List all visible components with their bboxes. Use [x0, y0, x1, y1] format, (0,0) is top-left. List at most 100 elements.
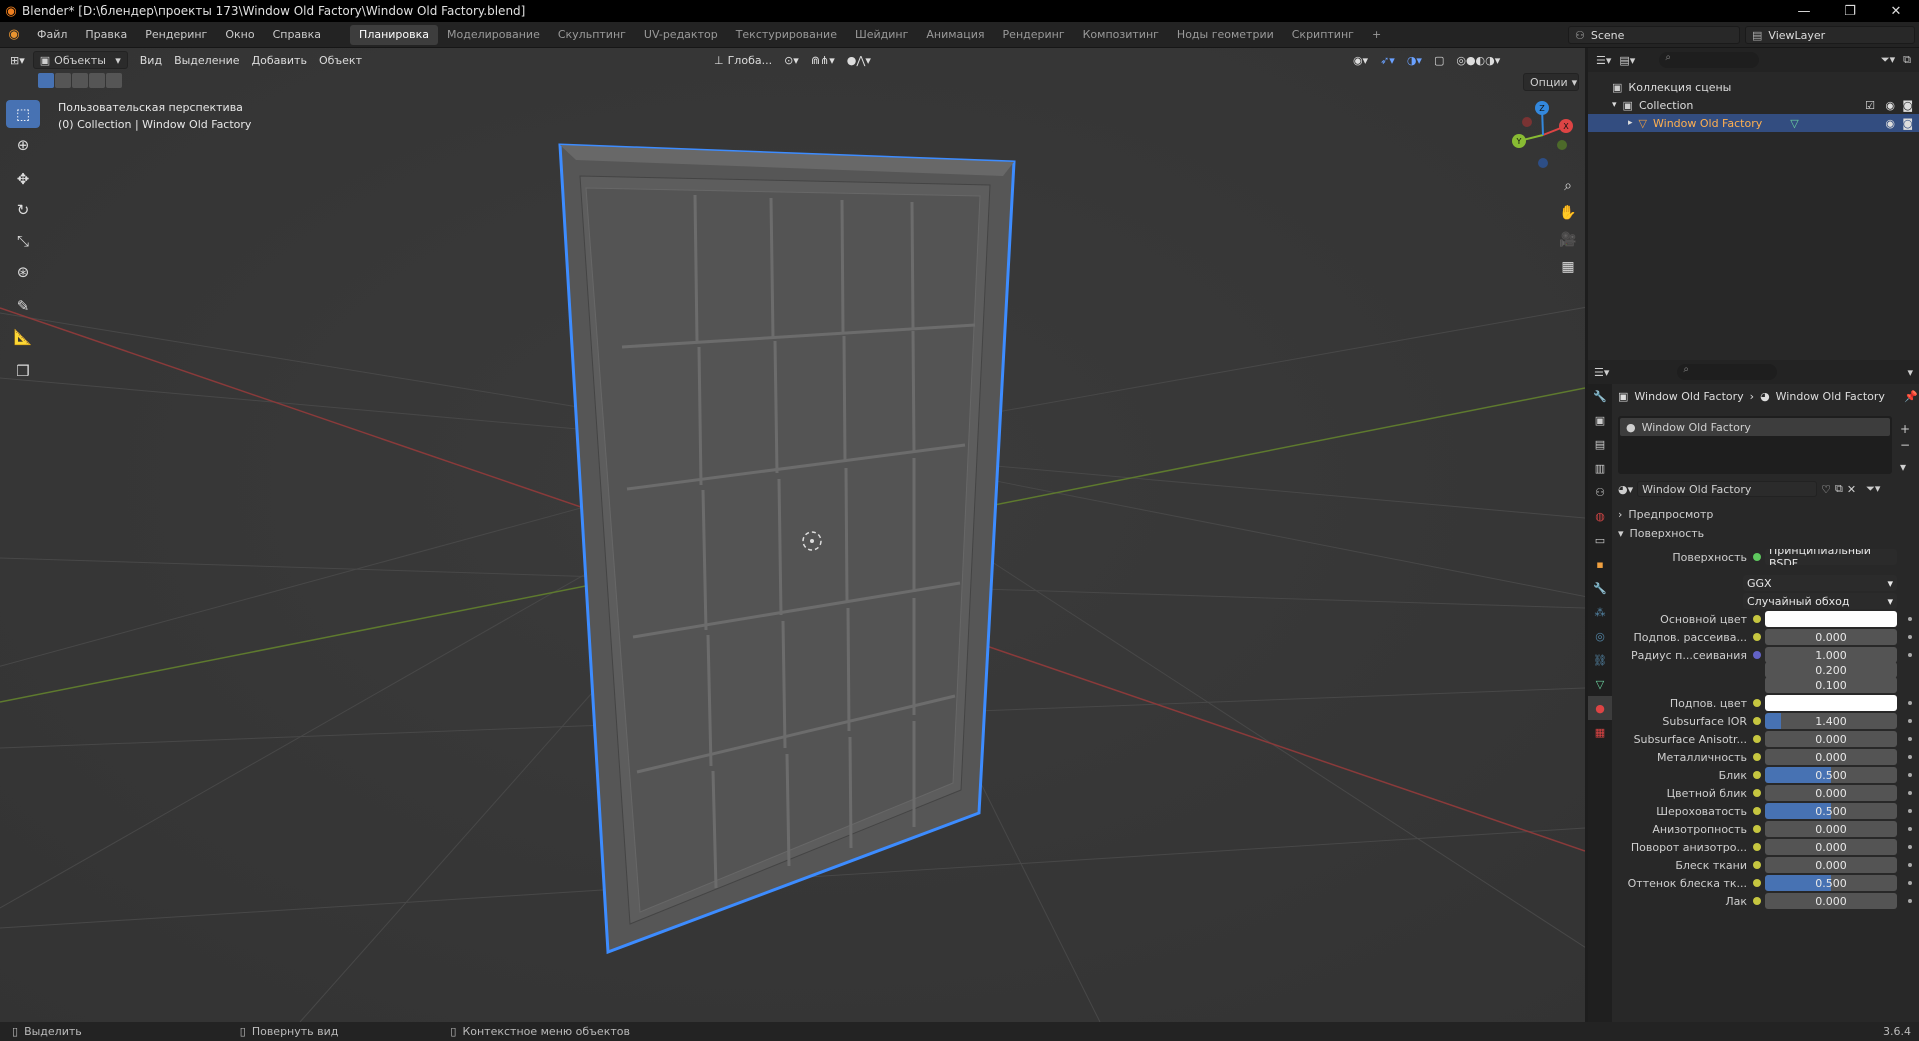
duplicate-icon[interactable]: ⧉	[1835, 482, 1843, 496]
tab-compositing[interactable]: Композитинг	[1074, 25, 1168, 45]
keyframe-dot-icon[interactable]	[1908, 737, 1912, 741]
socket-icon[interactable]	[1753, 789, 1761, 797]
material-browse-icon[interactable]: ◕▾	[1618, 483, 1633, 496]
outliner-search[interactable]: ⌕	[1659, 52, 1760, 68]
zoom-icon[interactable]: ⌕	[1555, 173, 1581, 199]
ortho-grid-icon[interactable]: ▦	[1555, 254, 1581, 280]
pin-icon[interactable]: 📌	[1904, 390, 1918, 403]
cursor-tool[interactable]: ⊕	[6, 131, 40, 159]
tool-tab-icon[interactable]: 🔧	[1588, 384, 1612, 408]
particles-tab-icon[interactable]: ⁂	[1588, 600, 1612, 624]
keyframe-dot-icon[interactable]	[1908, 881, 1912, 885]
annotate-tool[interactable]: ✎	[6, 292, 40, 320]
property-field[interactable]: 0.000	[1765, 785, 1897, 801]
add-cube-tool[interactable]: ❒	[6, 357, 40, 385]
scene-selector[interactable]: ⚇ Scene	[1568, 26, 1740, 44]
property-field[interactable]: 0.000	[1765, 731, 1897, 747]
keyframe-dot-icon[interactable]	[1908, 845, 1912, 849]
viewport-canvas[interactable]	[0, 48, 1585, 1022]
outliner-row-collection[interactable]: ▾ ▣ Collection ☑ ◉ ◙	[1588, 96, 1919, 114]
snap-toggle[interactable]: ⋒⋔▾	[805, 51, 841, 69]
transform-orientation-dropdown[interactable]: ⊥ Глоба...	[708, 51, 778, 69]
tab-shading[interactable]: Шейдинг	[846, 25, 917, 45]
socket-icon[interactable]	[1753, 897, 1761, 905]
property-field[interactable]: 0.000	[1765, 893, 1897, 909]
add-workspace-button[interactable]: +	[1363, 25, 1390, 45]
menu-file[interactable]: Файл	[28, 22, 76, 48]
keyframe-dot-icon[interactable]	[1908, 773, 1912, 777]
pivot-point-button[interactable]: ⊙▾	[778, 51, 805, 69]
menu-view[interactable]: Вид	[134, 51, 168, 69]
keyframe-dot-icon[interactable]	[1908, 791, 1912, 795]
scale-tool[interactable]: ⤡	[6, 227, 40, 255]
xray-toggle[interactable]: ▢	[1428, 51, 1450, 69]
tab-animation[interactable]: Анимация	[917, 25, 993, 45]
material-slots-list[interactable]: ● Window Old Factory	[1618, 416, 1892, 474]
view-layer-tab-icon[interactable]: ▥	[1588, 456, 1612, 480]
texture-tab-icon[interactable]: ▦	[1588, 720, 1612, 744]
keyframe-dot-icon[interactable]	[1908, 863, 1912, 867]
socket-icon[interactable]	[1753, 771, 1761, 779]
material-name-field[interactable]: Window Old Factory	[1637, 481, 1818, 497]
render-camera-icon[interactable]: ◙	[1902, 117, 1913, 130]
expand-arrow-icon[interactable]: ▸	[1628, 118, 1633, 128]
socket-icon[interactable]	[1753, 879, 1761, 887]
property-field[interactable]: 0.500	[1765, 767, 1897, 783]
property-field[interactable]: 0.000	[1765, 857, 1897, 873]
move-tool[interactable]: ✥	[6, 165, 40, 193]
socket-icon[interactable]	[1753, 825, 1761, 833]
property-field[interactable]: 0.000	[1765, 749, 1897, 765]
visibility-dropdown[interactable]: ◉▾	[1347, 51, 1374, 69]
interaction-mode-dropdown[interactable]: ▣ Объекты ▾	[32, 51, 128, 69]
navigation-gizmo[interactable]: X Y Z	[1505, 97, 1581, 173]
menu-select[interactable]: Выделение	[168, 51, 246, 69]
display-mode-icon[interactable]: ▤▾	[1619, 54, 1635, 67]
tab-rendering[interactable]: Рендеринг	[994, 25, 1074, 45]
keyframe-dot-icon[interactable]	[1908, 701, 1912, 705]
property-field[interactable]: 0.000	[1765, 821, 1897, 837]
unlink-icon[interactable]: ✕	[1847, 483, 1856, 496]
add-slot-button[interactable]: +	[1900, 422, 1910, 436]
subsurface-method-dropdown[interactable]: Случайный обход ▾	[1743, 593, 1897, 609]
section-surface[interactable]: ▾ Поверхность	[1618, 527, 1704, 540]
pan-hand-icon[interactable]: ✋	[1555, 200, 1581, 226]
physics-tab-icon[interactable]: ◎	[1588, 624, 1612, 648]
properties-search[interactable]: ⌕	[1677, 364, 1778, 380]
property-field[interactable]	[1765, 611, 1897, 627]
exclude-checkbox-icon[interactable]: ☑	[1865, 99, 1875, 112]
output-tab-icon[interactable]: ▤	[1588, 432, 1612, 456]
render-camera-icon[interactable]: ◙	[1902, 99, 1913, 112]
keyframe-dot-icon[interactable]	[1908, 809, 1912, 813]
socket-icon[interactable]	[1753, 717, 1761, 725]
tab-modeling[interactable]: Моделирование	[438, 25, 549, 45]
tab-scripting[interactable]: Скриптинг	[1283, 25, 1363, 45]
property-field[interactable]: 1.400	[1765, 713, 1897, 729]
menu-help[interactable]: Справка	[264, 22, 330, 48]
remove-slot-button[interactable]: −	[1900, 438, 1910, 452]
menu-edit[interactable]: Правка	[76, 22, 136, 48]
property-field[interactable]: 0.000	[1765, 839, 1897, 855]
keyframe-dot-icon[interactable]	[1908, 827, 1912, 831]
shading-modes[interactable]: ◎●◐◑▾	[1450, 51, 1506, 69]
material-slot-row[interactable]: ● Window Old Factory	[1620, 418, 1890, 436]
link-mode-icon[interactable]: ⏷▾	[1866, 482, 1880, 496]
maximize-button[interactable]: ❐	[1827, 0, 1873, 22]
tab-uv-editing[interactable]: UV-редактор	[635, 25, 727, 45]
select-mode-buttons[interactable]	[38, 73, 122, 88]
visibility-eye-icon[interactable]: ◉	[1885, 117, 1895, 130]
tab-sculpting[interactable]: Скульптинг	[549, 25, 635, 45]
menu-render[interactable]: Рендеринг	[136, 22, 216, 48]
outliner-row-scene-collection[interactable]: ▣ Коллекция сцены	[1588, 78, 1919, 96]
blender-menu-icon[interactable]: ◉	[0, 27, 28, 42]
keyframe-dot-icon[interactable]	[1908, 617, 1912, 621]
editor-type-button[interactable]: ⊞▾	[4, 51, 31, 69]
filter-icon[interactable]: ⏷▾	[1881, 53, 1895, 67]
minimize-button[interactable]: —	[1781, 0, 1827, 22]
chevron-down-icon[interactable]: ▾	[1907, 366, 1913, 379]
editor-type-icon[interactable]: ☰▾	[1594, 366, 1609, 379]
visibility-eye-icon[interactable]: ◉	[1885, 99, 1895, 112]
rotate-tool[interactable]: ↻	[6, 196, 40, 224]
menu-add[interactable]: Добавить	[246, 51, 313, 69]
constraints-tab-icon[interactable]: ⛓	[1588, 648, 1612, 672]
menu-object[interactable]: Объект	[313, 51, 368, 69]
